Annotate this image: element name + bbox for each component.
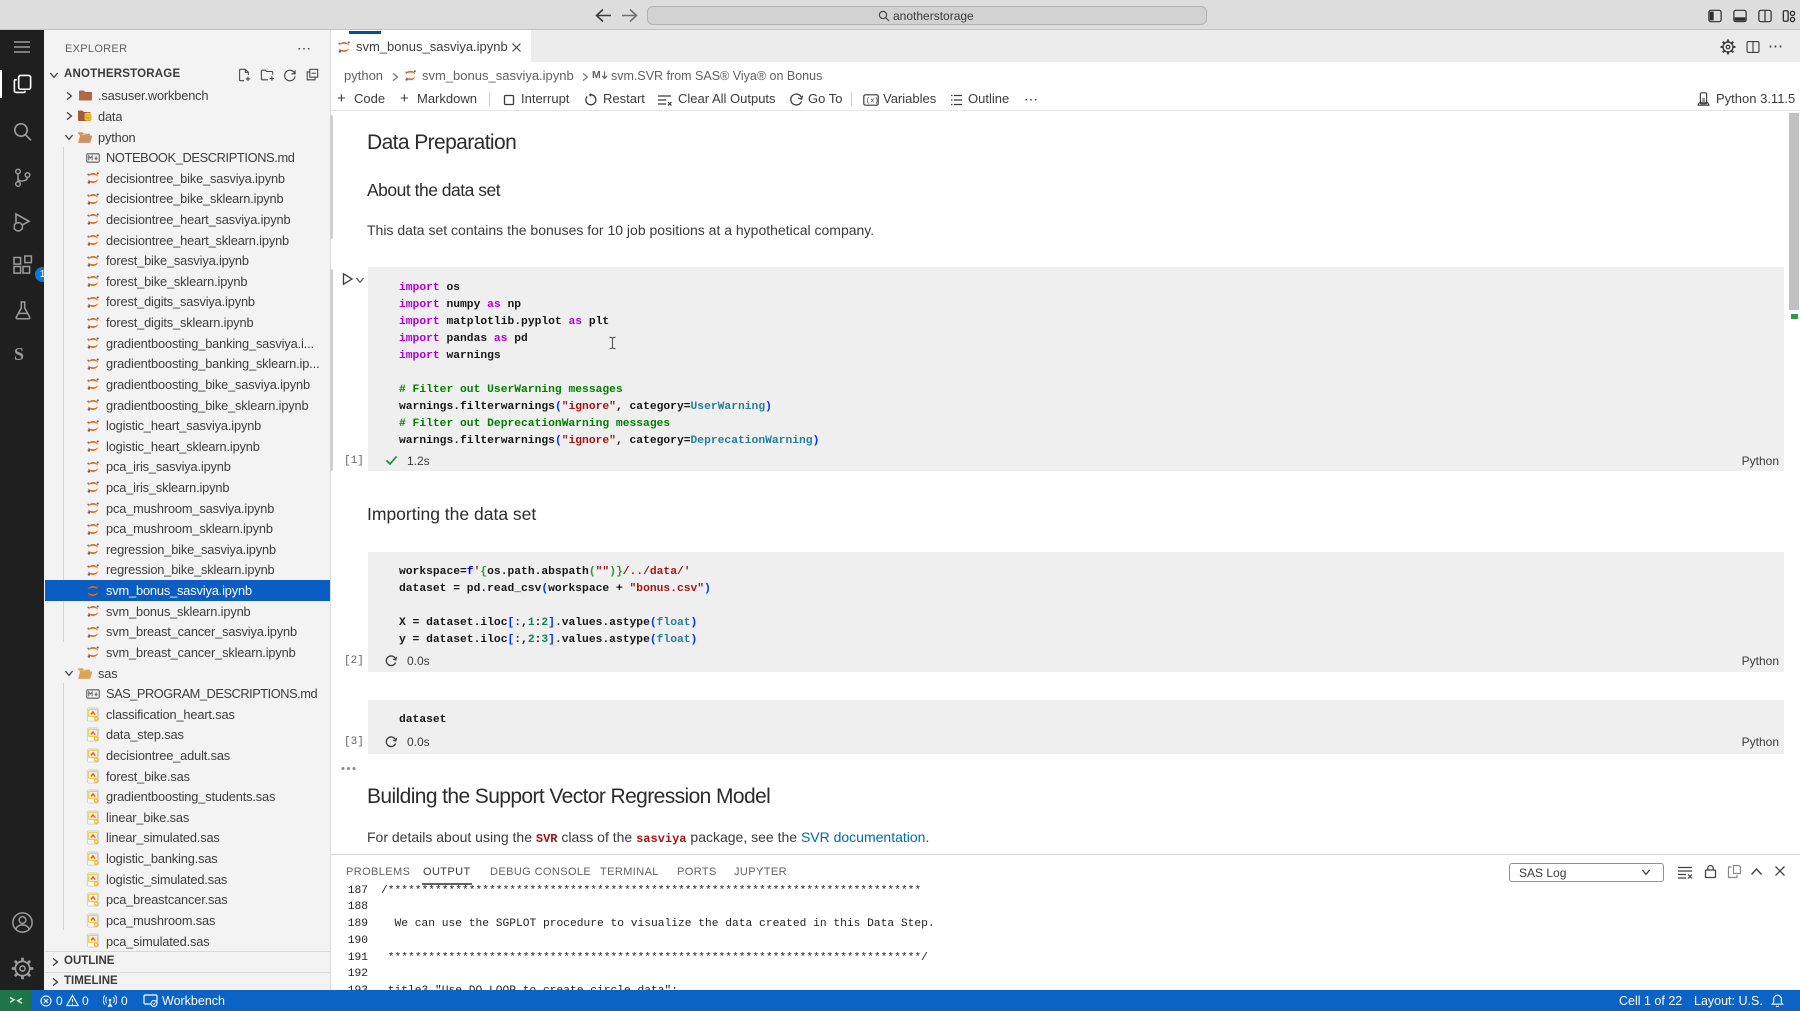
svg-text:(x): (x) bbox=[866, 98, 879, 106]
